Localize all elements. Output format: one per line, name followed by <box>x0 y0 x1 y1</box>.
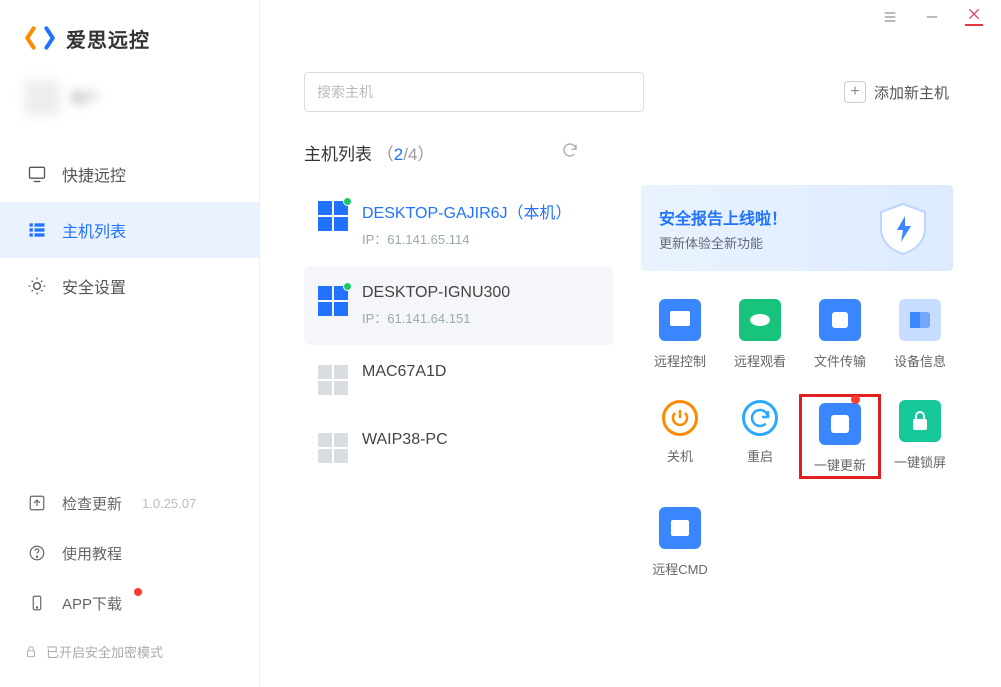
online-dot-icon <box>343 282 352 291</box>
upload-icon <box>26 492 48 514</box>
banner-subtitle: 更新体验全新功能 <box>659 233 787 252</box>
windows-icon <box>318 286 348 316</box>
app-logo: 爱思远控 <box>0 0 259 72</box>
action-label: 远程CMD <box>652 559 708 578</box>
main: 搜索主机 + 添加新主机 主机列表 （2/4） DESKTOP-GAJIR6J（… <box>260 0 1001 687</box>
logo-icon <box>24 22 56 54</box>
action-restart[interactable]: 重启 <box>721 400 799 477</box>
action-label: 一键锁屏 <box>894 452 946 471</box>
action-label: 设备信息 <box>894 351 946 370</box>
terminal-icon <box>659 507 701 549</box>
list-title: 主机列表 （2/4） <box>304 140 434 165</box>
host-list: DESKTOP-GAJIR6J（本机） IP：61.141.65.114 DES… <box>304 181 613 578</box>
tutorial-link[interactable]: 使用教程 <box>0 528 259 578</box>
refresh-button[interactable] <box>561 141 579 164</box>
secure-mode-badge: 已开启安全加密模式 <box>0 628 259 675</box>
windows-icon <box>318 433 348 463</box>
monitor-icon <box>26 163 48 185</box>
user-name: 用户 <box>70 88 98 108</box>
check-update-link[interactable]: 检查更新 1.0.25.07 <box>0 478 259 528</box>
help-icon <box>26 542 48 564</box>
action-label: 文件传输 <box>814 351 866 370</box>
nav-label: 安全设置 <box>62 274 126 298</box>
host-item[interactable]: DESKTOP-IGNU300 IP：61.141.64.151 <box>304 266 613 345</box>
sidebar-bottom: 检查更新 1.0.25.07 使用教程 APP下载 已开启安全加密模式 <box>0 478 259 675</box>
avatar <box>24 80 60 116</box>
link-label: 检查更新 <box>62 493 122 514</box>
host-item[interactable]: MAC67A1D <box>304 345 613 413</box>
list-count: （2/4） <box>377 145 435 164</box>
action-transfer[interactable]: 文件传输 <box>801 299 879 370</box>
nav-host-list[interactable]: 主机列表 <box>0 202 259 258</box>
nav: 快捷远控 主机列表 安全设置 <box>0 146 259 314</box>
screen-arrow-icon <box>659 299 701 341</box>
user-profile[interactable]: 用户 <box>0 72 259 134</box>
action-label: 远程控制 <box>654 351 706 370</box>
nav-label: 快捷远控 <box>62 162 126 186</box>
add-host-button[interactable]: + 添加新主机 <box>844 81 949 103</box>
host-ip: IP：61.141.65.114 <box>362 229 572 248</box>
host-item[interactable]: DESKTOP-GAJIR6J（本机） IP：61.141.65.114 <box>304 181 613 266</box>
action-power[interactable]: 关机 <box>641 400 719 477</box>
version-text: 1.0.25.07 <box>142 496 196 511</box>
banner-title: 安全报告上线啦！ <box>659 205 787 229</box>
action-label: 关机 <box>667 446 693 465</box>
host-name: MAC67A1D <box>362 363 446 381</box>
link-label: 使用教程 <box>62 543 122 564</box>
action-terminal[interactable]: 远程CMD <box>641 507 719 578</box>
add-host-label: 添加新主机 <box>874 82 949 103</box>
action-label: 远程观看 <box>734 351 786 370</box>
phone-icon <box>26 592 48 614</box>
sidebar: 爱思远控 用户 快捷远控 主机列表 安全设置 <box>0 0 260 687</box>
action-eye[interactable]: 远程观看 <box>721 299 799 370</box>
host-item[interactable]: WAIP38-PC <box>304 413 613 481</box>
eye-icon <box>739 299 781 341</box>
nav-label: 主机列表 <box>62 218 126 242</box>
host-name: DESKTOP-GAJIR6J（本机） <box>362 199 572 223</box>
app-download-link[interactable]: APP下载 <box>0 578 259 628</box>
plus-icon: + <box>844 81 866 103</box>
security-report-banner[interactable]: 安全报告上线啦！ 更新体验全新功能 <box>641 185 953 271</box>
action-info-card[interactable]: 设备信息 <box>881 299 959 370</box>
transfer-icon <box>819 299 861 341</box>
action-grid: 远程控制 远程观看 文件传输 设备信息 关机 重启 一键更新 一键锁屏 远程CM… <box>641 299 959 578</box>
lock-icon <box>899 400 941 442</box>
windows-icon <box>318 201 348 231</box>
restart-icon <box>742 400 778 436</box>
lock-icon <box>24 645 38 659</box>
detail-panel: 安全报告上线啦！ 更新体验全新功能 远程控制 远程观看 文件传输 设备信息 关机… <box>641 181 959 578</box>
notification-dot-icon <box>851 395 860 404</box>
shield-gear-icon <box>26 275 48 297</box>
online-dot-icon <box>343 197 352 206</box>
action-update[interactable]: 一键更新 <box>799 394 881 479</box>
search-input[interactable]: 搜索主机 <box>304 72 644 112</box>
action-lock[interactable]: 一键锁屏 <box>881 400 959 477</box>
link-label: APP下载 <box>62 593 122 614</box>
list-icon <box>26 219 48 241</box>
action-label: 一键更新 <box>814 455 866 474</box>
app-name: 爱思远控 <box>66 24 150 53</box>
notification-dot-icon <box>134 588 142 596</box>
host-name: DESKTOP-IGNU300 <box>362 284 510 302</box>
update-icon <box>819 403 861 445</box>
secure-mode-text: 已开启安全加密模式 <box>46 642 163 661</box>
action-screen-arrow[interactable]: 远程控制 <box>641 299 719 370</box>
shield-bolt-icon <box>873 198 933 258</box>
info-card-icon <box>899 299 941 341</box>
host-name: WAIP38-PC <box>362 431 448 449</box>
nav-security[interactable]: 安全设置 <box>0 258 259 314</box>
nav-quick-remote[interactable]: 快捷远控 <box>0 146 259 202</box>
action-label: 重启 <box>747 446 773 465</box>
windows-icon <box>318 365 348 395</box>
power-icon <box>662 400 698 436</box>
search-placeholder: 搜索主机 <box>317 82 373 102</box>
host-ip: IP：61.141.64.151 <box>362 308 510 327</box>
